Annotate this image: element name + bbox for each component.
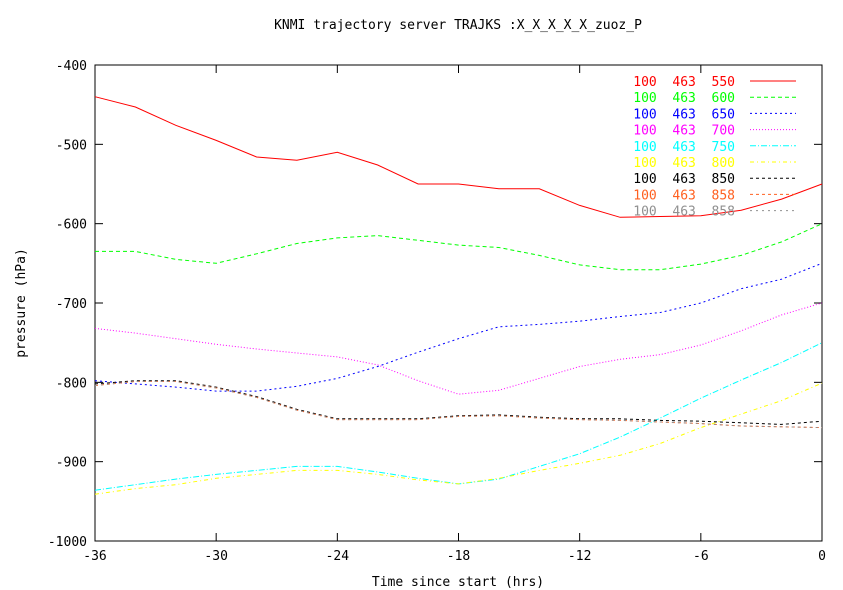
series-line-3: [94, 302, 823, 395]
x-tick-label: -24: [326, 549, 350, 564]
series-line-1: [95, 223, 823, 271]
y-tick-label: -700: [56, 297, 87, 312]
y-tick-label: -800: [56, 376, 87, 391]
y-tick-label: -600: [56, 218, 87, 233]
series-line-8: [94, 381, 823, 429]
series-line-6: [94, 380, 823, 425]
x-axis-label: Time since start (hrs): [372, 575, 544, 590]
x-tick-label: -12: [568, 549, 591, 564]
legend-label: 100 463 700: [633, 124, 735, 139]
trajectory-chart: KNMI trajectory server TRAJKS :X_X_X_X_X…: [14, 18, 826, 590]
legend-label: 100 463 800: [633, 156, 735, 171]
legend-label: 100 463 650: [633, 107, 735, 122]
legend-label: 100 463 550: [633, 75, 735, 90]
legend-label: 100 463 750: [633, 140, 735, 155]
series-line-7: [94, 381, 823, 429]
x-tick-label: -18: [447, 549, 470, 564]
chart-title: KNMI trajectory server TRAJKS :X_X_X_X_X…: [274, 18, 642, 33]
x-tick-label: 0: [818, 549, 826, 564]
legend-label: 100 463 850: [633, 172, 735, 187]
legend-label: 100 463 858: [633, 188, 735, 203]
x-tick-label: -36: [83, 549, 106, 564]
y-tick-label: -400: [56, 59, 87, 74]
x-tick-label: -30: [204, 549, 227, 564]
series-line-2: [94, 262, 823, 392]
legend-label: 100 463 858: [633, 205, 735, 220]
y-tick-label: -1000: [48, 535, 87, 550]
series-line-5: [94, 382, 823, 495]
y-tick-label: -500: [56, 138, 87, 153]
x-tick-label: -6: [693, 549, 709, 564]
legend-label: 100 463 600: [633, 91, 735, 106]
y-axis-label: pressure (hPa): [14, 248, 29, 358]
y-tick-label: -900: [56, 456, 87, 471]
